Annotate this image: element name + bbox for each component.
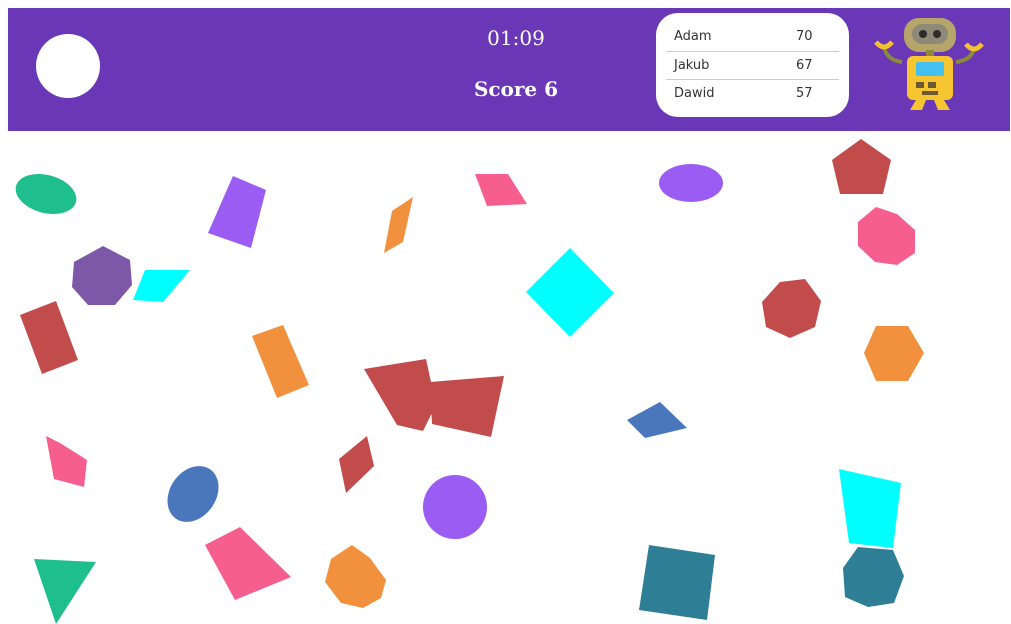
blue-ellipse-shape[interactable]: [157, 456, 229, 532]
pink-octagon-shape[interactable]: [858, 207, 915, 265]
orange-rectangle-shape[interactable]: [252, 325, 309, 398]
purple-rectangle-shape[interactable]: [208, 176, 266, 248]
red-rhombus-shape[interactable]: [339, 436, 374, 493]
green-triangle-shape[interactable]: [34, 559, 96, 624]
orange-rhombus-shape[interactable]: [384, 197, 413, 253]
teal-square-shape[interactable]: [639, 545, 715, 620]
cyan-parallelogram-shape[interactable]: [133, 270, 190, 302]
robot-icon: [874, 18, 984, 110]
orange-hexagon-shape[interactable]: [864, 326, 924, 381]
leaderboard-row: Dawid 57: [666, 79, 839, 108]
red-quadrilateral-shape[interactable]: [364, 359, 436, 431]
score-display: Score 6: [473, 77, 559, 101]
red-quadrilateral-shape[interactable]: [430, 376, 504, 437]
red-heptagon-shape[interactable]: [762, 279, 821, 338]
leaderboard: Adam 70 Jakub 67 Dawid 57: [656, 13, 849, 117]
green-ellipse-shape[interactable]: [11, 168, 81, 221]
player-score: 70: [796, 29, 813, 44]
leaderboard-row: Jakub 67: [666, 51, 839, 80]
game-header: 01:09 Score 6 Adam 70 Jakub 67 Dawid 57: [8, 8, 1010, 131]
player-name: Dawid: [674, 86, 715, 101]
cyan-square-shape[interactable]: [526, 248, 614, 337]
teal-octagon-shape[interactable]: [843, 547, 904, 607]
player-score: 67: [796, 58, 813, 73]
target-shape-icon: [36, 34, 100, 98]
red-pentagon-shape[interactable]: [832, 139, 891, 194]
red-rectangle-shape[interactable]: [20, 301, 78, 374]
pink-quadrilateral-shape[interactable]: [205, 527, 291, 600]
pink-parallelogram-shape[interactable]: [475, 174, 527, 206]
purple-circle-shape[interactable]: [423, 475, 487, 539]
violet-heptagon-shape[interactable]: [72, 246, 132, 305]
timer: 01:09: [487, 26, 545, 50]
player-score: 57: [796, 86, 813, 101]
orange-octagon-shape[interactable]: [325, 545, 386, 608]
playfield[interactable]: [0, 131, 1011, 624]
cyan-trapezoid-shape[interactable]: [839, 469, 901, 548]
player-name: Jakub: [674, 58, 710, 73]
pink-kite-shape[interactable]: [46, 436, 87, 487]
blue-rhombus-shape[interactable]: [627, 402, 687, 438]
player-name: Adam: [674, 29, 712, 44]
purple-ellipse-shape[interactable]: [659, 164, 723, 202]
leaderboard-row: Adam 70: [666, 23, 839, 51]
